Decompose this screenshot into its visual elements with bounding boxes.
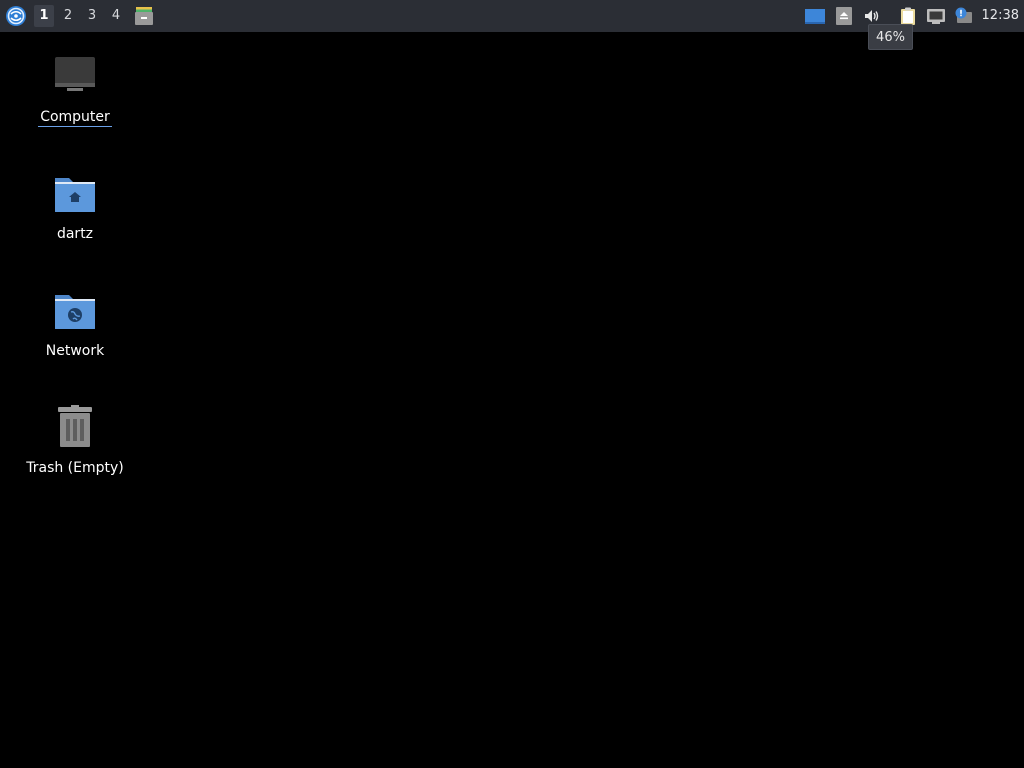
home-folder-icon <box>55 178 95 212</box>
updates-button[interactable] <box>952 5 974 27</box>
show-desktop-icon <box>805 9 825 24</box>
speaker-icon <box>865 10 879 22</box>
network-folder-icon <box>55 295 95 329</box>
start-menu-button[interactable] <box>3 3 29 29</box>
clipboard-icon <box>901 7 915 25</box>
taskbar-archive-button[interactable] <box>133 5 155 27</box>
network-status-button[interactable] <box>925 5 947 27</box>
desktop-icon-label: Computer <box>38 109 112 127</box>
archive-icon <box>135 7 153 25</box>
workspace-2-button[interactable]: 2 <box>58 5 78 27</box>
workspace-4-button[interactable]: 4 <box>106 5 126 27</box>
desktop-icon-computer[interactable]: Computer <box>15 53 135 127</box>
desktop-icon-network[interactable]: Network <box>15 287 135 360</box>
desktop-icon-label: Trash (Empty) <box>26 460 124 476</box>
updates-icon <box>955 7 972 23</box>
desktop-icon-home-folder[interactable]: dartz <box>15 170 135 243</box>
trash-icon <box>58 405 92 447</box>
desktop-icon-label: dartz <box>56 226 94 242</box>
desktop-icon-trash[interactable]: Trash (Empty) <box>15 404 135 477</box>
eject-icon <box>836 7 852 25</box>
clock[interactable]: 12:38 <box>982 0 1019 32</box>
desktop: 1 2 3 4 12:38 46% Computer dartz Network… <box>0 0 1024 768</box>
volume-tooltip: 46% <box>868 24 913 50</box>
desktop-icon-label: Network <box>45 343 105 359</box>
show-desktop-button[interactable] <box>804 5 826 27</box>
eject-button[interactable] <box>833 5 855 27</box>
workspace-1-button[interactable]: 1 <box>34 5 54 27</box>
network-icon <box>927 9 945 24</box>
start-menu-icon <box>6 6 26 26</box>
workspace-3-button[interactable]: 3 <box>82 5 102 27</box>
computer-icon <box>55 57 95 91</box>
